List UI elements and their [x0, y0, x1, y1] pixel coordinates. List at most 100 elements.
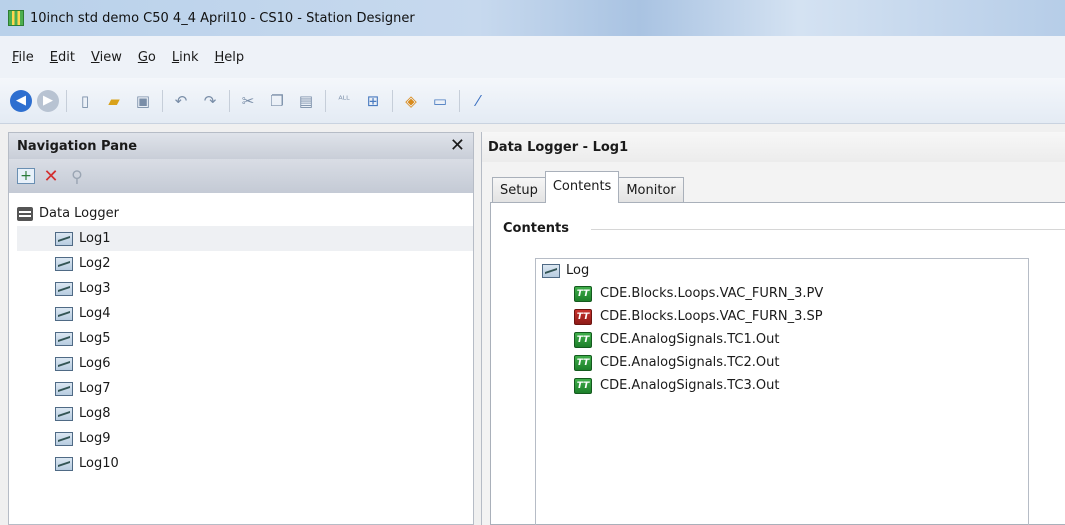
contents-list: Log TT CDE.Blocks.Loops.VAC_FURN_3.PV TT… — [535, 258, 1029, 525]
tools-icon[interactable]: ⁄ — [466, 89, 490, 113]
tab-contents[interactable]: Contents — [544, 171, 620, 203]
cut-icon[interactable]: ✂ — [236, 89, 260, 113]
editor-title: Data Logger - Log1 — [482, 132, 1065, 162]
tree-item-label: Log7 — [79, 381, 111, 396]
toolbar-separator — [66, 89, 67, 112]
tree-item-label: Log6 — [79, 356, 111, 371]
contents-root-log[interactable]: Log — [536, 259, 1028, 282]
tree-item-log4[interactable]: Log4 — [17, 301, 473, 326]
log-icon — [542, 263, 560, 278]
menu-go[interactable]: Go — [138, 50, 156, 65]
redo-icon[interactable]: ↷ — [198, 89, 222, 113]
toolbar-separator — [229, 89, 230, 112]
tree-item-log3[interactable]: Log3 — [17, 276, 473, 301]
forward-icon[interactable]: ▶ — [37, 89, 59, 112]
tab-strip: Setup Contents Monitor — [492, 171, 684, 203]
menu-bar: File Edit View Go Link Help — [0, 36, 1065, 78]
tree-item-label: Log4 — [79, 306, 111, 321]
menu-link[interactable]: Link — [172, 50, 199, 65]
paste-icon[interactable]: ▤ — [294, 89, 318, 113]
tree-item-log9[interactable]: Log9 — [17, 426, 473, 451]
menu-file[interactable]: File — [12, 50, 34, 65]
tree-item-log2[interactable]: Log2 — [17, 251, 473, 276]
tree-item-log6[interactable]: Log6 — [17, 351, 473, 376]
tab-monitor[interactable]: Monitor — [618, 177, 684, 203]
tag-status-good-icon: TT — [574, 331, 592, 348]
tree-item-log1[interactable]: Log1 — [17, 226, 473, 251]
tree-root-label: Data Logger — [39, 206, 119, 221]
close-icon[interactable]: ✕ — [450, 137, 465, 155]
add-icon[interactable]: + — [17, 168, 35, 184]
tree-item-label: Log8 — [79, 406, 111, 421]
find-replace-icon[interactable]: ᴬᴸᴸ — [332, 89, 356, 113]
contents-item[interactable]: TT CDE.AnalogSignals.TC3.Out — [536, 374, 1028, 397]
tab-body: Contents Log TT CDE.Blocks.Loops.VAC_FUR… — [490, 202, 1065, 525]
contents-item-label: CDE.AnalogSignals.TC1.Out — [600, 332, 780, 347]
new-icon[interactable]: ▯ — [73, 89, 97, 113]
app-icon — [8, 10, 24, 26]
tree-item-log7[interactable]: Log7 — [17, 376, 473, 401]
view-icon[interactable]: ◈ — [399, 89, 423, 113]
navigation-pane-header: Navigation Pane ✕ — [9, 133, 473, 159]
tree-item-label: Log10 — [79, 456, 119, 471]
open-icon[interactable]: ▰ — [102, 89, 126, 113]
tree-item-label: Log9 — [79, 431, 111, 446]
network-icon[interactable]: ⊞ — [361, 89, 385, 113]
tree-item-log10[interactable]: Log10 — [17, 451, 473, 476]
tree-root-data-logger[interactable]: Data Logger — [17, 201, 473, 226]
menu-edit[interactable]: Edit — [50, 50, 75, 65]
log-icon — [55, 456, 73, 471]
contents-item-label: CDE.Blocks.Loops.VAC_FURN_3.PV — [600, 286, 824, 301]
save-icon[interactable]: ▣ — [131, 89, 155, 113]
navigation-pane-title: Navigation Pane — [17, 138, 138, 154]
contents-item[interactable]: TT CDE.Blocks.Loops.VAC_FURN_3.PV — [536, 282, 1028, 305]
toolbar-separator — [325, 89, 326, 112]
log-icon — [55, 406, 73, 421]
title-bar: 10inch std demo C50 4_4 April10 - CS10 -… — [0, 0, 1065, 36]
log-icon — [55, 231, 73, 246]
log-icon — [55, 306, 73, 321]
search-icon[interactable]: ⚲ — [67, 166, 87, 186]
contents-group-label: Contents — [503, 221, 581, 236]
undo-icon[interactable]: ↶ — [169, 89, 193, 113]
contents-item-label: CDE.AnalogSignals.TC2.Out — [600, 355, 780, 370]
tag-status-good-icon: TT — [574, 377, 592, 394]
tree-item-label: Log2 — [79, 256, 111, 271]
contents-item[interactable]: TT CDE.AnalogSignals.TC1.Out — [536, 328, 1028, 351]
contents-item-label: CDE.Blocks.Loops.VAC_FURN_3.SP — [600, 309, 823, 324]
menu-help[interactable]: Help — [215, 50, 245, 65]
contents-item[interactable]: TT CDE.Blocks.Loops.VAC_FURN_3.SP — [536, 305, 1028, 328]
delete-icon[interactable]: ✕ — [41, 166, 61, 187]
tab-setup[interactable]: Setup — [492, 177, 546, 203]
tag-status-good-icon: TT — [574, 285, 592, 302]
tree-item-label: Log3 — [79, 281, 111, 296]
toolbar: ◀ ▶ ▯ ▰ ▣ ↶ ↷ ✂ ❐ ▤ ᴬᴸᴸ ⊞ ◈ ▭ ⁄ — [0, 78, 1065, 124]
tree-item-log5[interactable]: Log5 — [17, 326, 473, 351]
tree-item-label: Log1 — [79, 231, 111, 246]
editor-pane: Data Logger - Log1 Setup Contents Monito… — [481, 132, 1065, 525]
monitor-icon[interactable]: ▭ — [428, 89, 452, 113]
back-icon[interactable]: ◀ — [10, 89, 32, 112]
toolbar-separator — [392, 89, 393, 112]
toolbar-separator — [162, 89, 163, 112]
log-icon — [55, 381, 73, 396]
log-icon — [55, 356, 73, 371]
tag-status-good-icon: TT — [574, 354, 592, 371]
tag-status-bad-icon: TT — [574, 308, 592, 325]
tree-item-label: Log5 — [79, 331, 111, 346]
menu-view[interactable]: View — [91, 50, 122, 65]
copy-icon[interactable]: ❐ — [265, 89, 289, 113]
toolbar-separator — [459, 89, 460, 112]
log-icon — [55, 331, 73, 346]
window-title: 10inch std demo C50 4_4 April10 - CS10 -… — [30, 10, 415, 26]
contents-root-label: Log — [566, 263, 590, 278]
group-divider — [591, 229, 1065, 230]
log-icon — [55, 256, 73, 271]
log-icon — [55, 281, 73, 296]
contents-item[interactable]: TT CDE.AnalogSignals.TC2.Out — [536, 351, 1028, 374]
navigation-toolbar: + ✕ ⚲ — [9, 159, 473, 193]
contents-item-label: CDE.AnalogSignals.TC3.Out — [600, 378, 780, 393]
navigation-tree: Data Logger Log1 Log2 Log3 Log4 Log5 Log… — [9, 193, 473, 476]
tree-item-log8[interactable]: Log8 — [17, 401, 473, 426]
data-logger-icon — [17, 206, 33, 221]
